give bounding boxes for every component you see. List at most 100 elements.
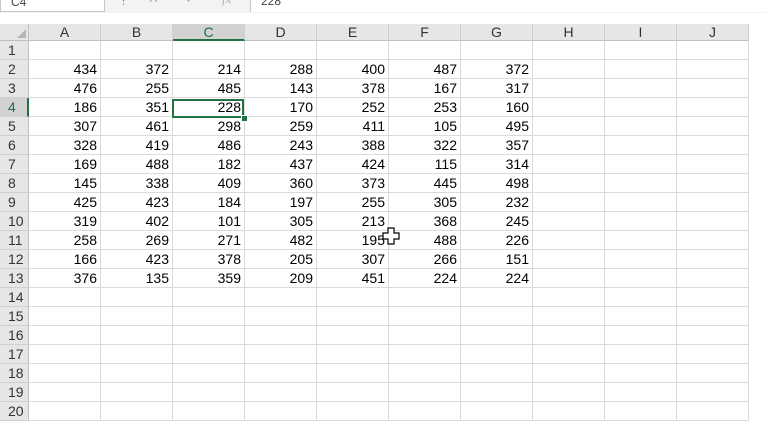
- row-header-10[interactable]: 10: [0, 212, 29, 231]
- cell-g8[interactable]: 498: [461, 174, 533, 193]
- cell-h6[interactable]: [533, 136, 605, 155]
- cell-j18[interactable]: [677, 364, 749, 383]
- cell-g10[interactable]: 245: [461, 212, 533, 231]
- cell-d15[interactable]: [245, 307, 317, 326]
- row-header-6[interactable]: 6: [0, 136, 29, 155]
- cell-e3[interactable]: 378: [317, 79, 389, 98]
- cell-h4[interactable]: [533, 98, 605, 117]
- cell-b14[interactable]: [101, 288, 173, 307]
- cell-c16[interactable]: [173, 326, 245, 345]
- cell-d8[interactable]: 360: [245, 174, 317, 193]
- cell-i11[interactable]: [605, 231, 677, 250]
- insert-function-icon[interactable]: fx: [222, 0, 231, 7]
- cell-b19[interactable]: [101, 383, 173, 402]
- cell-h2[interactable]: [533, 60, 605, 79]
- cell-c11[interactable]: 271: [173, 231, 245, 250]
- cell-i8[interactable]: [605, 174, 677, 193]
- cell-g19[interactable]: [461, 383, 533, 402]
- cell-d20[interactable]: [245, 402, 317, 421]
- cell-c1[interactable]: [173, 41, 245, 60]
- cell-h15[interactable]: [533, 307, 605, 326]
- cell-a20[interactable]: [29, 402, 101, 421]
- cell-h16[interactable]: [533, 326, 605, 345]
- cell-j8[interactable]: [677, 174, 749, 193]
- cell-j5[interactable]: [677, 117, 749, 136]
- row-header-2[interactable]: 2: [0, 60, 29, 79]
- row-header-11[interactable]: 11: [0, 231, 29, 250]
- cell-d9[interactable]: 197: [245, 193, 317, 212]
- cell-a13[interactable]: 376: [29, 269, 101, 288]
- cell-b1[interactable]: [101, 41, 173, 60]
- cell-a14[interactable]: [29, 288, 101, 307]
- cell-a4[interactable]: 186: [29, 98, 101, 117]
- cell-d6[interactable]: 243: [245, 136, 317, 155]
- cell-c17[interactable]: [173, 345, 245, 364]
- cell-h1[interactable]: [533, 41, 605, 60]
- cell-j14[interactable]: [677, 288, 749, 307]
- cell-h12[interactable]: [533, 250, 605, 269]
- row-header-19[interactable]: 19: [0, 383, 29, 402]
- cell-a17[interactable]: [29, 345, 101, 364]
- row-header-12[interactable]: 12: [0, 250, 29, 269]
- cell-a12[interactable]: 166: [29, 250, 101, 269]
- cell-i14[interactable]: [605, 288, 677, 307]
- cell-h20[interactable]: [533, 402, 605, 421]
- cell-d7[interactable]: 437: [245, 155, 317, 174]
- cell-f18[interactable]: [389, 364, 461, 383]
- column-header-i[interactable]: I: [605, 24, 677, 41]
- cell-e6[interactable]: 388: [317, 136, 389, 155]
- cell-f17[interactable]: [389, 345, 461, 364]
- row-header-16[interactable]: 16: [0, 326, 29, 345]
- cell-d14[interactable]: [245, 288, 317, 307]
- cell-j20[interactable]: [677, 402, 749, 421]
- cell-a19[interactable]: [29, 383, 101, 402]
- cell-f19[interactable]: [389, 383, 461, 402]
- cell-d13[interactable]: 209: [245, 269, 317, 288]
- cell-f2[interactable]: 487: [389, 60, 461, 79]
- cell-d5[interactable]: 259: [245, 117, 317, 136]
- cell-g18[interactable]: [461, 364, 533, 383]
- cell-j7[interactable]: [677, 155, 749, 174]
- cell-c6[interactable]: 486: [173, 136, 245, 155]
- row-header-14[interactable]: 14: [0, 288, 29, 307]
- cell-d18[interactable]: [245, 364, 317, 383]
- cell-a10[interactable]: 319: [29, 212, 101, 231]
- cell-h10[interactable]: [533, 212, 605, 231]
- cell-g20[interactable]: [461, 402, 533, 421]
- cell-d4[interactable]: 170: [245, 98, 317, 117]
- cell-i13[interactable]: [605, 269, 677, 288]
- cell-f15[interactable]: [389, 307, 461, 326]
- cell-f8[interactable]: 445: [389, 174, 461, 193]
- cell-g7[interactable]: 314: [461, 155, 533, 174]
- cell-f13[interactable]: 224: [389, 269, 461, 288]
- cell-g14[interactable]: [461, 288, 533, 307]
- cell-g3[interactable]: 317: [461, 79, 533, 98]
- cell-a16[interactable]: [29, 326, 101, 345]
- cell-c5[interactable]: 298: [173, 117, 245, 136]
- enter-check-icon[interactable]: ✓: [185, 0, 196, 7]
- cell-c14[interactable]: [173, 288, 245, 307]
- cell-a3[interactable]: 476: [29, 79, 101, 98]
- cell-e11[interactable]: 195: [317, 231, 389, 250]
- cell-f9[interactable]: 305: [389, 193, 461, 212]
- cell-h18[interactable]: [533, 364, 605, 383]
- cell-e17[interactable]: [317, 345, 389, 364]
- cell-g6[interactable]: 357: [461, 136, 533, 155]
- cell-e12[interactable]: 307: [317, 250, 389, 269]
- cell-a18[interactable]: [29, 364, 101, 383]
- cell-b17[interactable]: [101, 345, 173, 364]
- cell-a8[interactable]: 145: [29, 174, 101, 193]
- cell-b12[interactable]: 423: [101, 250, 173, 269]
- cell-f4[interactable]: 253: [389, 98, 461, 117]
- cell-b3[interactable]: 255: [101, 79, 173, 98]
- cell-h7[interactable]: [533, 155, 605, 174]
- column-header-g[interactable]: G: [461, 24, 533, 41]
- cell-b5[interactable]: 461: [101, 117, 173, 136]
- cell-c19[interactable]: [173, 383, 245, 402]
- cell-b18[interactable]: [101, 364, 173, 383]
- formula-input[interactable]: 228: [250, 0, 766, 12]
- cell-e19[interactable]: [317, 383, 389, 402]
- cell-c12[interactable]: 378: [173, 250, 245, 269]
- cell-f14[interactable]: [389, 288, 461, 307]
- cell-b20[interactable]: [101, 402, 173, 421]
